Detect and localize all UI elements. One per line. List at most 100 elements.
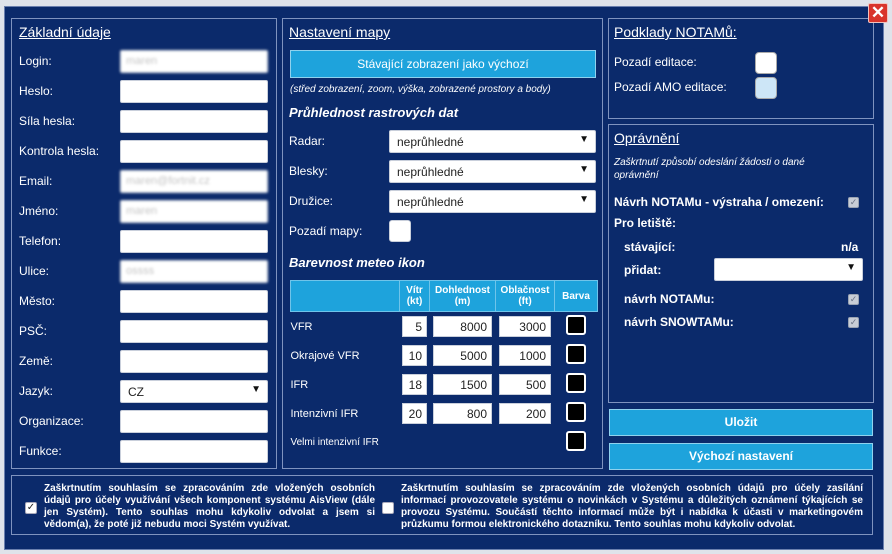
cloud-input[interactable]: 1000 (499, 345, 551, 366)
meteo-category-name: IFR (290, 378, 309, 391)
field-input[interactable] (120, 290, 268, 313)
field-label: Email: (19, 174, 53, 188)
field-input[interactable] (120, 320, 268, 343)
map-settings-title: Nastavení mapy (289, 24, 391, 40)
save-button[interactable]: Uložit (609, 409, 873, 436)
transparency-select[interactable]: neprůhledné ▼ (389, 190, 596, 213)
field-input[interactable] (120, 410, 268, 433)
amo-background-color-picker[interactable] (755, 77, 777, 99)
snowtam-draft-checkbox[interactable]: ✓ (848, 317, 859, 328)
user-settings-dialog: Základní údaje Nastavení mapy Stávající … (4, 6, 884, 550)
table-row: IFR 18 1500 500 (291, 370, 598, 399)
table-header-wind: Vítr (kt) (399, 280, 430, 312)
table-row: Velmi intenzivní IFR (291, 428, 598, 457)
icon-color-picker[interactable] (566, 315, 586, 335)
field-label: Jazyk: (19, 384, 54, 398)
transparency-value: neprůhledné (397, 165, 464, 179)
current-airports-label: stávající: (624, 240, 676, 254)
meteo-category-name: VFR (290, 320, 313, 333)
chevron-down-icon: ▼ (251, 384, 261, 395)
transparency-value: neprůhledné (397, 135, 464, 149)
field-label: Funkce: (19, 444, 62, 458)
meteo-color-table: Vítr (kt) Dohlednost (m) Oblačnost (ft) … (290, 280, 598, 457)
table-header-name (290, 280, 400, 312)
transparency-label: Družice: (289, 194, 334, 208)
meteo-category-name: Velmi intenzivní IFR (290, 437, 379, 448)
consent-usage-checkbox[interactable]: ✓ (25, 502, 37, 514)
transparency-value: neprůhledné (397, 195, 464, 209)
snowtam-draft-label: návrh SNOWTAMu: (624, 315, 734, 329)
icon-color-picker[interactable] (566, 402, 586, 422)
rights-title: Oprávnění (614, 130, 680, 146)
map-background-label: Pozadí mapy: (289, 224, 363, 238)
language-select[interactable]: CZ ▼ (120, 380, 268, 403)
wind-input[interactable]: 5 (402, 316, 427, 337)
wind-input[interactable]: 20 (402, 403, 427, 424)
field-label: PSČ: (19, 324, 48, 338)
close-icon[interactable]: ✕ (868, 3, 888, 23)
cloud-input[interactable]: 500 (499, 374, 551, 395)
defaults-button[interactable]: Výchozí nastavení (609, 443, 873, 470)
notam-proposal-checkbox[interactable]: ✓ (848, 197, 859, 208)
transparency-label: Blesky: (289, 164, 328, 178)
consent-marketing-checkbox[interactable] (382, 502, 394, 514)
chevron-down-icon: ▼ (579, 134, 589, 145)
wind-input[interactable]: 18 (402, 374, 427, 395)
add-airport-select[interactable]: ▼ (714, 258, 863, 281)
table-header-visibility: Dohlednost (m) (429, 280, 496, 312)
field-input[interactable] (120, 80, 268, 103)
table-header-color: Barva (554, 280, 598, 312)
airports-label: Pro letiště: (614, 216, 677, 230)
field-input[interactable]: maren@fortnit.cz (120, 170, 268, 193)
notam-title: Podklady NOTAMů: (614, 24, 737, 40)
transparency-heading: Průhlednost rastrových dat (289, 105, 459, 120)
field-label: Město: (19, 294, 56, 308)
field-input[interactable]: ossss (120, 260, 268, 283)
set-default-view-button[interactable]: Stávající zobrazení jako výchozí (290, 50, 596, 78)
field-input[interactable] (120, 110, 268, 133)
personal-data-title: Základní údaje (19, 24, 111, 40)
chevron-down-icon: ▼ (579, 194, 589, 205)
field-input[interactable]: maren (120, 50, 268, 73)
meteo-heading: Barevnost meteo ikon (289, 255, 425, 270)
consent-marketing-text: Zaškrtnutím souhlasím se zpracováním zde… (401, 483, 863, 530)
edit-background-label: Pozadí editace: (614, 55, 697, 69)
visibility-input[interactable]: 8000 (433, 316, 492, 337)
field-label: Login: (19, 54, 52, 68)
field-label: Telefon: (19, 234, 62, 248)
field-label: Ulice: (19, 264, 50, 278)
visibility-input[interactable]: 800 (433, 403, 492, 424)
field-input[interactable] (120, 440, 268, 463)
edit-background-color-picker[interactable] (755, 52, 777, 74)
wind-input[interactable]: 10 (402, 345, 427, 366)
meteo-category-name: Okrajové VFR (290, 349, 360, 362)
visibility-input[interactable]: 5000 (433, 345, 492, 366)
field-input[interactable] (120, 140, 268, 163)
map-background-color-picker[interactable] (389, 220, 411, 242)
notam-draft-checkbox[interactable]: ✓ (848, 294, 859, 305)
icon-color-picker[interactable] (566, 373, 586, 393)
table-row: Okrajové VFR 10 5000 1000 (291, 341, 598, 370)
visibility-input[interactable]: 1500 (433, 374, 492, 395)
chevron-down-icon: ▼ (579, 164, 589, 175)
field-label: Síla hesla: (19, 114, 76, 128)
transparency-select[interactable]: neprůhledné ▼ (389, 160, 596, 183)
cloud-input[interactable]: 3000 (499, 316, 551, 337)
current-airports-value: n/a (841, 240, 859, 254)
consent-usage-text: Zaškrtnutím souhlasím se zpracováním zde… (44, 483, 375, 530)
chevron-down-icon: ▼ (846, 262, 856, 273)
field-input[interactable]: maren (120, 200, 268, 223)
table-row: Intenzivní IFR 20 800 200 (291, 399, 598, 428)
field-input[interactable] (120, 350, 268, 373)
notam-proposal-label: Návrh NOTAMu - výstraha / omezení: (614, 195, 824, 209)
table-row: VFR 5 8000 3000 (291, 312, 598, 342)
icon-color-picker[interactable] (566, 431, 586, 451)
transparency-select[interactable]: neprůhledné ▼ (389, 130, 596, 153)
field-label: Heslo: (19, 84, 54, 98)
icon-color-picker[interactable] (566, 344, 586, 364)
cloud-input[interactable]: 200 (499, 403, 551, 424)
amo-background-label: Pozadí AMO editace: (614, 80, 727, 94)
field-label: Jméno: (19, 204, 59, 218)
field-input[interactable] (120, 230, 268, 253)
add-airport-label: přidat: (624, 263, 662, 277)
